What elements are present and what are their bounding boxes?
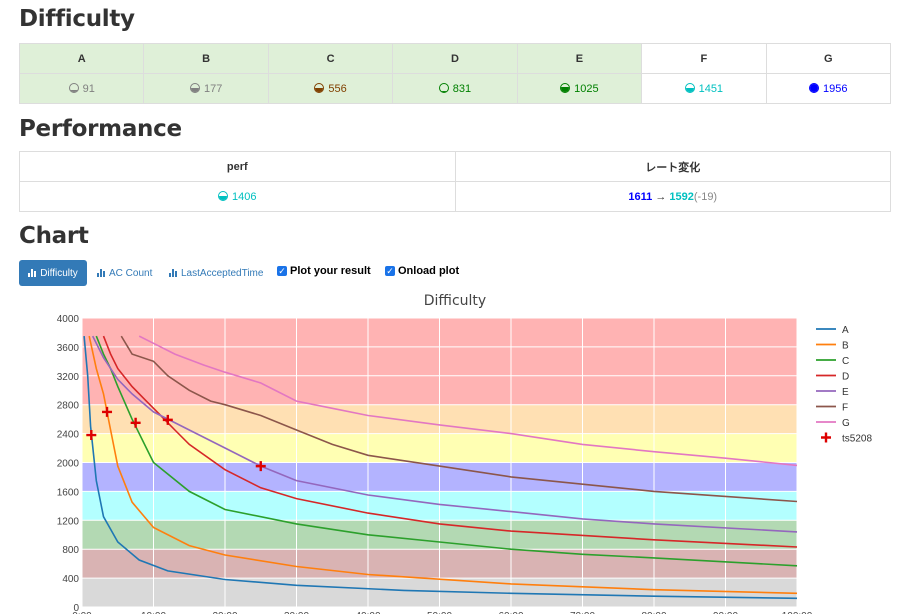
problem-label-d: D (392, 43, 518, 74)
difficulty-value: 91 (82, 82, 95, 95)
difficulty-circle-icon (684, 82, 695, 93)
ac-count-chart-button-label: AC Count (109, 267, 153, 279)
performance-header-row: perf レート変化 (19, 151, 891, 182)
difficulty-circle-icon (809, 82, 820, 93)
difficulty-value: 177 (203, 82, 223, 95)
difficulty-circle-icon (560, 82, 571, 93)
difficulty-header-row: ABCDEFG (18, 43, 892, 74)
new-rating: 1592 (669, 190, 694, 203)
legend-label-g: G (842, 418, 850, 429)
rating-arrow: → (655, 190, 667, 203)
y-tick-label: 1600 (57, 487, 80, 498)
problem-label-g: G (765, 43, 892, 74)
rating-change-cell: 1611 → 1592(-19) (454, 181, 891, 212)
difficulty-value: 556 (328, 82, 347, 95)
perf-cell: 1406 (19, 181, 456, 212)
perf-value: 1406 (232, 190, 257, 203)
problem-label-f: F (641, 43, 767, 74)
bar-chart-icon (97, 269, 106, 277)
y-tick-label: 400 (62, 574, 79, 585)
difficulty-chart: Difficulty 04008001200160020002400280032… (57, 293, 873, 614)
ac-count-chart-button[interactable]: AC Count (97, 260, 152, 286)
difficulty-table: ABCDEFG 91 177 556 831 1025 1451 1956 (18, 43, 892, 104)
difficulty-chart-button[interactable]: Difficulty (19, 260, 87, 286)
perf-rating-circle-icon (218, 190, 228, 201)
difficulty-value: 831 (452, 82, 472, 95)
chart-heading: Chart (19, 223, 89, 249)
checkbox-checked-icon: ✓ (385, 266, 395, 276)
plot-result-checkbox[interactable]: ✓ Plot your result (277, 265, 371, 277)
problem-difficulty-b: 177 (143, 73, 269, 104)
plot-result-label: Plot your result (290, 265, 371, 277)
legend-label-result: ts5208 (842, 434, 872, 445)
y-tick-label: 2000 (57, 459, 80, 470)
rating-delta: (-19) (693, 190, 718, 203)
problem-difficulty-d: 831 (392, 73, 518, 104)
bar-chart-icon (169, 269, 178, 277)
difficulty-chart-button-label: Difficulty (40, 267, 78, 279)
chart-title: Difficulty (424, 293, 486, 309)
rating-change-header: レート変化 (454, 151, 891, 182)
legend-label-d: D (842, 372, 849, 383)
problem-label-a: A (18, 43, 145, 74)
difficulty-circle-icon (189, 82, 200, 93)
difficulty-heading: Difficulty (19, 6, 135, 32)
problem-difficulty-e: 1025 (516, 73, 643, 104)
performance-heading: Performance (19, 116, 182, 142)
problem-difficulty-g: 1956 (765, 73, 892, 104)
last-accepted-chart-button-label: LastAcceptedTime (181, 267, 264, 279)
y-tick-label: 2400 (57, 430, 80, 441)
legend-label-e: E (842, 387, 849, 398)
checkbox-checked-icon: ✓ (277, 266, 287, 276)
problem-difficulty-c: 556 (267, 73, 394, 104)
last-accepted-chart-button[interactable]: LastAcceptedTime (169, 260, 263, 286)
problem-label-e: E (516, 43, 643, 74)
problem-label-c: C (267, 43, 394, 74)
difficulty-value: 1956 (823, 82, 848, 95)
y-tick-label: 1200 (57, 516, 80, 527)
difficulty-value: 1025 (574, 82, 599, 95)
y-tick-label: 3600 (57, 343, 80, 354)
y-tick-label: 3200 (57, 372, 80, 383)
difficulty-circle-icon (314, 82, 325, 93)
perf-header: perf (19, 151, 456, 182)
y-tick-label: 4000 (57, 314, 80, 325)
y-axis-ticks: 040080012001600200024002800320036004000 (57, 314, 80, 614)
difficulty-circle-icon (438, 82, 449, 93)
problem-difficulty-a: 91 (18, 73, 145, 104)
legend-label-a: A (842, 325, 849, 336)
chart-legend: ABCDEFGts5208 (816, 325, 872, 445)
performance-table: perf レート変化 1406 1611 → 1592(-19) (19, 151, 891, 212)
bar-chart-icon (28, 269, 37, 277)
difficulty-value: 1451 (698, 82, 724, 95)
legend-label-c: C (842, 356, 849, 367)
difficulty-value-row: 91 177 556 831 1025 1451 1956 (18, 73, 892, 104)
legend-label-b: B (842, 341, 849, 352)
y-tick-label: 2800 (57, 401, 80, 412)
problem-difficulty-f: 1451 (641, 73, 767, 104)
performance-value-row: 1406 1611 → 1592(-19) (19, 181, 891, 212)
old-rating: 1611 (628, 190, 653, 203)
y-tick-label: 800 (62, 545, 79, 556)
legend-swatch-result (821, 432, 831, 443)
legend-label-f: F (842, 403, 848, 414)
onload-plot-label: Onload plot (398, 265, 460, 277)
onload-plot-checkbox[interactable]: ✓ Onload plot (385, 265, 459, 277)
problem-label-b: B (143, 43, 269, 74)
difficulty-circle-icon (68, 82, 79, 93)
